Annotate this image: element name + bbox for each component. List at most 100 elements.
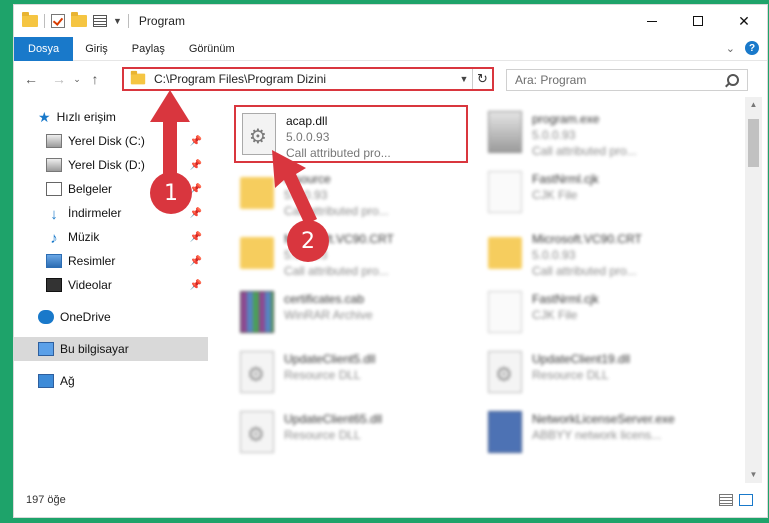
ribbon-right-controls: ⌄ ? bbox=[726, 41, 759, 55]
pin-icon[interactable]: 📌 bbox=[190, 208, 202, 219]
nav-label: Müzik bbox=[68, 230, 100, 244]
nav-item-this-pc[interactable]: Bu bilgisayar bbox=[14, 337, 208, 361]
dll-file-icon bbox=[488, 351, 522, 393]
nav-label: Belgeler bbox=[68, 182, 113, 196]
drive-icon bbox=[46, 158, 62, 172]
large-icons-view-icon[interactable] bbox=[739, 494, 753, 506]
network-icon bbox=[38, 374, 54, 388]
tab-share[interactable]: Paylaş bbox=[120, 37, 177, 61]
file-name: program.exe bbox=[532, 112, 600, 126]
address-path[interactable]: C:\Program Files\Program Dizini bbox=[154, 72, 456, 86]
vertical-scrollbar[interactable]: ▲ ▼ bbox=[745, 97, 762, 483]
title-bar: ▼ Program ✕ bbox=[14, 5, 767, 37]
recent-locations-chevron-icon[interactable]: ⌄ bbox=[70, 74, 84, 85]
nav-label: Yerel Disk (D:) bbox=[68, 158, 145, 172]
quick-access-toolbar: ▼ bbox=[22, 12, 129, 28]
maximize-button[interactable] bbox=[675, 5, 721, 37]
explorer-window: ▼ Program ✕ Dosya Giriş Paylaş Görünüm ⌄… bbox=[13, 4, 768, 518]
minimize-button[interactable] bbox=[629, 5, 675, 37]
folder-tile[interactable]: resource 5.0.0.93 Call attributed pro... bbox=[234, 165, 462, 219]
nav-label: Resimler bbox=[68, 254, 116, 268]
documents-icon bbox=[46, 182, 62, 196]
refresh-icon[interactable]: ↻ bbox=[472, 69, 492, 89]
address-bar[interactable]: C:\Program Files\Program Dizini ▼ ↻ bbox=[122, 67, 494, 91]
tab-view[interactable]: Görünüm bbox=[177, 37, 247, 61]
search-box[interactable]: Ara: Program bbox=[506, 69, 748, 91]
divider bbox=[127, 14, 129, 28]
file-name: acap.dll bbox=[286, 114, 328, 128]
maximize-icon bbox=[693, 16, 703, 26]
nav-label: Yerel Disk (C:) bbox=[68, 134, 145, 148]
file-type: Resource DLL bbox=[284, 428, 361, 442]
folder-icon bbox=[488, 237, 522, 269]
nav-item-pictures[interactable]: Resimler 📌 bbox=[14, 249, 208, 273]
file-name: UpdateClient65.dll bbox=[284, 412, 383, 426]
file-description: Call attributed pro... bbox=[284, 264, 389, 278]
step-1-badge: 1 bbox=[150, 172, 192, 214]
file-tile[interactable]: NetworkLicenseServer.exe ABBYY network l… bbox=[482, 405, 710, 459]
navigation-pane: ★ Hızlı erişim Yerel Disk (C:) 📌 Yerel D… bbox=[14, 97, 208, 483]
pin-icon[interactable]: 📌 bbox=[190, 256, 202, 267]
file-description: ABBYY network licens... bbox=[532, 428, 662, 442]
nav-item-videos[interactable]: Videolar 📌 bbox=[14, 273, 208, 297]
file-tile[interactable]: UpdateClient65.dll Resource DLL bbox=[234, 405, 462, 459]
help-icon[interactable]: ? bbox=[745, 41, 759, 55]
folder-tile[interactable]: Microsoft.VC90.CRT 5.0.0.93 Call attribu… bbox=[482, 225, 710, 279]
nav-item-music[interactable]: ♪ Müzik 📌 bbox=[14, 225, 208, 249]
file-description: Call attributed pro... bbox=[284, 204, 389, 218]
onedrive-cloud-icon bbox=[38, 310, 54, 324]
file-tile[interactable]: FastNrml.cjk CJK File bbox=[482, 285, 710, 339]
close-icon: ✕ bbox=[738, 12, 750, 29]
folder-tile[interactable]: Microsoft.VC90.CRT 5.0.0.93 Call attribu… bbox=[234, 225, 462, 279]
nav-item-onedrive[interactable]: OneDrive bbox=[14, 305, 208, 329]
search-input[interactable]: Ara: Program bbox=[515, 73, 727, 87]
expand-ribbon-chevron-icon[interactable]: ⌄ bbox=[726, 42, 735, 55]
dll-file-icon bbox=[242, 113, 276, 155]
status-bar: 197 öğe bbox=[14, 483, 767, 517]
file-type: Resource DLL bbox=[532, 368, 609, 382]
file-tile[interactable]: program.exe 5.0.0.93 Call attributed pro… bbox=[482, 105, 710, 159]
exe-file-icon bbox=[488, 411, 522, 453]
properties-icon[interactable] bbox=[93, 15, 107, 27]
pin-icon[interactable]: 📌 bbox=[190, 280, 202, 291]
back-arrow-icon[interactable]: ← bbox=[20, 71, 42, 87]
address-history-chevron-icon[interactable]: ▼ bbox=[456, 74, 472, 84]
exe-file-icon bbox=[488, 111, 522, 153]
nav-item-network[interactable]: Ağ bbox=[14, 369, 208, 393]
drive-icon bbox=[46, 134, 62, 148]
close-button[interactable]: ✕ bbox=[721, 5, 767, 37]
file-tile-acap-dll[interactable]: acap.dll 5.0.0.93 Call attributed pro... bbox=[234, 105, 468, 163]
forward-arrow-icon[interactable]: → bbox=[48, 71, 70, 87]
pin-icon[interactable]: 📌 bbox=[190, 136, 202, 147]
nav-item-local-disk-c[interactable]: Yerel Disk (C:) 📌 bbox=[14, 129, 208, 153]
pin-icon[interactable]: 📌 bbox=[190, 232, 202, 243]
file-list: acap.dll 5.0.0.93 Call attributed pro...… bbox=[210, 97, 745, 483]
file-tile[interactable]: certificates.cab WinRAR Archive bbox=[234, 285, 462, 339]
tab-file[interactable]: Dosya bbox=[14, 36, 74, 61]
search-icon[interactable] bbox=[727, 74, 739, 86]
tab-home[interactable]: Giriş bbox=[73, 37, 120, 61]
file-name: FastNrml.cjk bbox=[532, 292, 599, 306]
file-type: CJK File bbox=[532, 308, 578, 322]
scroll-up-icon[interactable]: ▲ bbox=[745, 97, 762, 113]
new-folder-icon[interactable] bbox=[71, 12, 87, 27]
details-view-icon[interactable] bbox=[719, 494, 733, 506]
scroll-down-icon[interactable]: ▼ bbox=[745, 467, 762, 483]
folder-icon bbox=[240, 177, 274, 209]
up-arrow-icon[interactable]: ↑ bbox=[84, 71, 106, 87]
file-name: UpdateClient19.dll bbox=[532, 352, 631, 366]
scrollbar-thumb[interactable] bbox=[748, 119, 759, 167]
file-name: FastNrml.cjk bbox=[532, 172, 599, 186]
file-tile[interactable]: UpdateClient5.dll Resource DLL bbox=[234, 345, 462, 399]
pin-icon[interactable]: 📌 bbox=[190, 160, 202, 171]
file-tile[interactable]: FastNrml.cjk CJK File bbox=[482, 165, 710, 219]
properties-check-icon[interactable] bbox=[51, 14, 65, 28]
view-buttons bbox=[719, 494, 753, 506]
dll-file-icon bbox=[240, 351, 274, 393]
star-icon: ★ bbox=[38, 108, 51, 125]
file-tile[interactable]: UpdateClient19.dll Resource DLL bbox=[482, 345, 710, 399]
customize-toolbar-chevron-icon[interactable]: ▼ bbox=[113, 16, 122, 26]
file-version: 5.0.0.93 bbox=[286, 130, 330, 144]
file-type: Resource DLL bbox=[284, 368, 361, 382]
nav-quick-access[interactable]: ★ Hızlı erişim bbox=[14, 105, 208, 129]
